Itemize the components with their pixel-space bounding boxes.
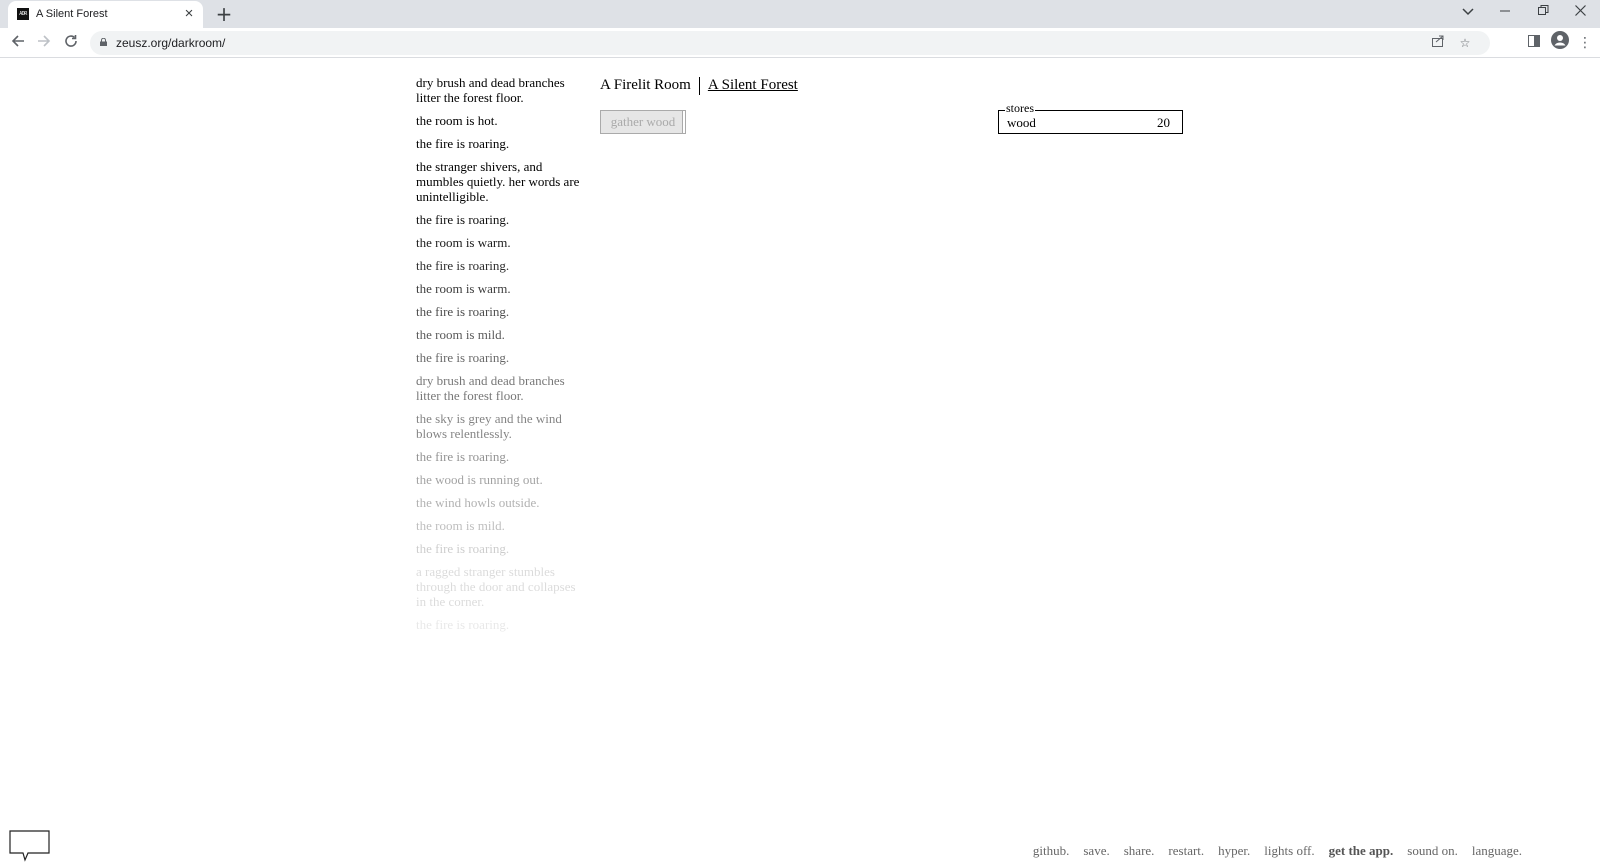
share-icon[interactable] <box>1429 34 1447 52</box>
notification-line: the room is hot. <box>416 113 498 128</box>
notification-line: the sky is grey and the wind blows relen… <box>416 411 562 441</box>
browser-menu-icon[interactable]: ⋮ <box>1573 31 1597 55</box>
url-text: zeusz.org/darkroom/ <box>116 36 226 50</box>
notification-line: the room is warm. <box>416 281 511 296</box>
footer-link-share[interactable]: share. <box>1124 843 1155 858</box>
close-window-icon[interactable] <box>1565 2 1595 24</box>
notification-line: the fire is roaring. <box>416 136 510 151</box>
new-tab-icon[interactable]: + <box>213 3 235 25</box>
footer-link-hyper[interactable]: hyper. <box>1218 843 1250 858</box>
chat-bubble-icon[interactable] <box>9 830 51 862</box>
notification-line: the wind howls outside. <box>416 495 540 510</box>
notification-line: the wood is running out. <box>416 472 543 487</box>
notification-line: the fire is roaring. <box>416 350 510 365</box>
lock-icon <box>100 38 107 46</box>
browser-toolbar: zeusz.org/darkroom/ ☆ ⋮ <box>0 28 1600 58</box>
cooldown-bar <box>682 111 685 133</box>
footer-link-restart[interactable]: restart. <box>1168 843 1204 858</box>
back-icon[interactable] <box>6 31 30 55</box>
notification-line: the stranger shivers, and mumbles quietl… <box>416 159 580 204</box>
footer-link-github[interactable]: github. <box>1033 843 1069 858</box>
address-bar[interactable]: zeusz.org/darkroom/ ☆ <box>90 31 1490 55</box>
notification-line: the fire is roaring. <box>416 304 510 319</box>
footer-link-language[interactable]: language. <box>1472 843 1522 858</box>
notification-line: a ragged stranger stumbles through the d… <box>416 564 576 609</box>
forward-icon[interactable] <box>32 31 56 55</box>
stores-legend: stores <box>1005 101 1035 115</box>
store-value: 20 <box>1157 115 1170 130</box>
notification-line: the room is mild. <box>416 518 505 533</box>
notification-line: dry brush and dead branches litter the f… <box>416 75 565 105</box>
notifications-log: dry brush and dead branches litter the f… <box>416 75 586 640</box>
side-panel-icon[interactable] <box>1522 31 1546 55</box>
notification-line: the room is warm. <box>416 235 511 250</box>
tab-search-icon[interactable] <box>1453 2 1483 24</box>
reload-icon[interactable] <box>59 31 83 55</box>
favicon-icon: ADR <box>17 8 29 20</box>
browser-tabstrip: ADR A Silent Forest × + <box>0 0 1600 28</box>
footer-link-lights-off[interactable]: lights off. <box>1264 843 1314 858</box>
footer-link-get-the-app[interactable]: get the app. <box>1329 843 1394 858</box>
tab-close-icon[interactable]: × <box>181 6 197 22</box>
gather-wood-label: gather wood <box>610 114 676 129</box>
notification-line: the fire is roaring. <box>416 449 510 464</box>
location-header: A Firelit Room A Silent Forest <box>600 75 798 95</box>
notification-line: the fire is roaring. <box>416 212 510 227</box>
stores-panel: stores wood 20 <box>998 101 1183 134</box>
footer-link-save[interactable]: save. <box>1083 843 1109 858</box>
store-name: wood <box>1007 115 1036 130</box>
browser-tab[interactable]: ADR A Silent Forest × <box>8 1 203 28</box>
tab-firelit-room[interactable]: A Firelit Room <box>600 75 691 95</box>
minimize-icon[interactable] <box>1490 2 1520 24</box>
tab-silent-forest[interactable]: A Silent Forest <box>708 75 798 95</box>
notification-line: the fire is roaring. <box>416 258 510 273</box>
tab-title: A Silent Forest <box>36 8 108 20</box>
notification-line: the fire is roaring. <box>416 541 510 556</box>
restore-icon[interactable] <box>1528 2 1558 24</box>
notification-line: the room is mild. <box>416 327 505 342</box>
footer-link-sound-on[interactable]: sound on. <box>1407 843 1458 858</box>
notification-line: dry brush and dead branches litter the f… <box>416 373 565 403</box>
notification-line: the fire is roaring. <box>416 617 510 632</box>
footer-menu: github. save. share. restart. hyper. lights o… <box>1019 843 1522 858</box>
bookmark-star-icon[interactable]: ☆ <box>1456 34 1474 52</box>
header-divider <box>698 76 700 95</box>
gather-wood-button[interactable]: gather wood <box>600 110 686 134</box>
profile-avatar-icon[interactable] <box>1548 31 1572 55</box>
